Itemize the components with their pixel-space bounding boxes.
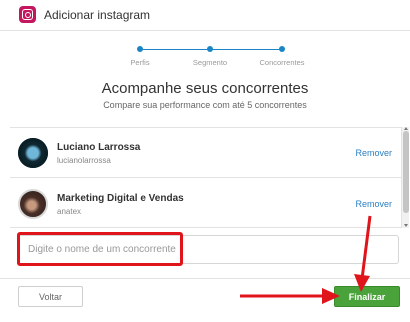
competitor-name: Marketing Digital e Vendas bbox=[57, 193, 184, 204]
competitor-search-input[interactable] bbox=[18, 236, 398, 263]
step-dot bbox=[137, 46, 143, 52]
competitor-handle: anatex bbox=[57, 207, 82, 216]
step-concorrentes: Concorrentes bbox=[252, 42, 312, 67]
remove-button[interactable]: Remover bbox=[355, 148, 392, 158]
list-item: Luciano Larrossa lucianolarrossa Remover bbox=[10, 128, 402, 178]
finish-button[interactable]: Finalizar bbox=[334, 286, 400, 307]
competitor-handle: lucianolarrossa bbox=[57, 156, 111, 165]
avatar bbox=[18, 138, 48, 168]
remove-button[interactable]: Remover bbox=[355, 199, 392, 209]
footer-divider bbox=[0, 278, 410, 279]
dialog-title: Adicionar instagram bbox=[44, 8, 151, 22]
step-label: Perfis bbox=[130, 58, 150, 67]
back-button[interactable]: Voltar bbox=[18, 286, 83, 307]
competitor-list: Luciano Larrossa lucianolarrossa Remover… bbox=[10, 127, 402, 228]
step-label: Concorrentes bbox=[259, 58, 305, 67]
scroll-down-icon[interactable] bbox=[404, 224, 408, 227]
scroll-up-icon[interactable] bbox=[404, 127, 408, 130]
list-item: Marketing Digital e Vendas anatex Remove… bbox=[10, 179, 402, 229]
step-dot bbox=[207, 46, 213, 52]
dialog-header: Adicionar instagram bbox=[0, 0, 410, 30]
step-segmento: Segmento bbox=[180, 42, 240, 67]
instagram-icon bbox=[19, 6, 36, 23]
competitor-search-field bbox=[17, 235, 399, 264]
competitor-name: Luciano Larrossa bbox=[57, 142, 141, 153]
progress-steps: Perfis Segmento Concorrentes bbox=[110, 42, 310, 72]
step-dot bbox=[279, 46, 285, 52]
step-perfis: Perfis bbox=[110, 42, 170, 67]
avatar bbox=[18, 189, 48, 219]
page-title: Acompanhe seus concorrentes bbox=[101, 80, 309, 97]
header-divider bbox=[0, 30, 410, 31]
list-scrollbar[interactable] bbox=[401, 127, 409, 228]
page-subtitle: Compare sua performance com até 5 concor… bbox=[103, 100, 307, 110]
step-label: Segmento bbox=[192, 58, 228, 67]
scrollbar-thumb[interactable] bbox=[403, 131, 409, 213]
